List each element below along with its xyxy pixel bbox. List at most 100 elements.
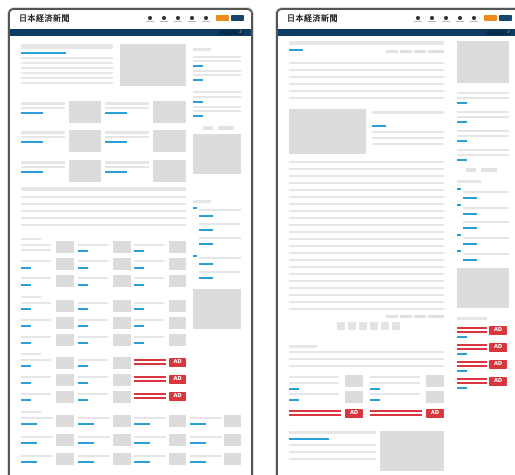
article-category-link[interactable] [289, 49, 303, 51]
grid-thumb[interactable] [56, 334, 74, 346]
sidebar-link[interactable] [193, 101, 203, 103]
grid-thumb[interactable] [113, 317, 131, 329]
grid-thumb[interactable] [224, 434, 241, 446]
card-image[interactable] [153, 101, 186, 123]
related-card-link[interactable] [289, 399, 299, 401]
pager-chip[interactable] [386, 315, 398, 318]
grid-thumb[interactable] [169, 453, 186, 465]
share-button[interactable] [414, 50, 426, 53]
grid-link[interactable] [21, 461, 37, 463]
search-icon[interactable]: ⌕ [239, 29, 242, 36]
ad-badge[interactable]: AD [489, 343, 507, 352]
sidebar-link[interactable] [457, 140, 467, 142]
grid-thumb[interactable] [169, 275, 186, 287]
grid-thumb[interactable] [56, 275, 74, 287]
grid-thumb[interactable] [56, 374, 74, 386]
card-title[interactable] [21, 102, 65, 105]
subscribe-button[interactable] [216, 15, 229, 21]
ad-bar[interactable] [457, 348, 487, 350]
ad-bar[interactable] [134, 376, 166, 378]
grid-link[interactable] [78, 325, 88, 327]
grid-link[interactable] [78, 442, 94, 444]
ad-bar[interactable] [134, 397, 166, 399]
footer-link[interactable] [289, 438, 329, 440]
site-logo[interactable]: 日本経済新聞 [287, 13, 338, 24]
sidebar-link[interactable] [193, 115, 203, 117]
grid-thumb[interactable] [169, 241, 186, 253]
sidebar-ad-image[interactable] [457, 41, 509, 83]
sidebar-link[interactable] [457, 159, 467, 161]
grid-link[interactable] [78, 284, 88, 286]
search-input[interactable]: ⌕ [487, 29, 511, 36]
sidebar-link[interactable] [193, 65, 203, 67]
hero-headline[interactable] [21, 44, 113, 49]
grid-link[interactable] [134, 308, 144, 310]
sidebar-ad-image[interactable] [193, 134, 241, 174]
grid-link[interactable] [134, 342, 144, 344]
page-button-5[interactable] [381, 322, 389, 330]
nav-dot-5[interactable] [202, 16, 210, 22]
sidebar-link[interactable] [457, 121, 467, 123]
grid-thumb[interactable] [113, 334, 131, 346]
pager-chip[interactable] [428, 315, 444, 318]
related-card-link[interactable] [370, 388, 380, 390]
related-card-thumb[interactable] [426, 391, 444, 403]
sidebar-link[interactable] [199, 215, 213, 217]
sidebar-link[interactable] [457, 102, 467, 104]
grid-link[interactable] [190, 442, 206, 444]
page-button-4[interactable] [370, 322, 378, 330]
sidebar-link[interactable] [199, 277, 213, 279]
grid-thumb[interactable] [56, 241, 74, 253]
sidebar-more-button[interactable] [218, 126, 234, 130]
grid-link[interactable] [21, 365, 31, 367]
grid-thumb[interactable] [169, 334, 186, 346]
grid-link[interactable] [134, 461, 150, 463]
ad-bar[interactable] [457, 331, 487, 333]
ad-bar[interactable] [134, 359, 166, 361]
ad-bar[interactable] [370, 410, 422, 412]
nav-dot-2[interactable] [160, 16, 168, 22]
pager-chip[interactable] [400, 315, 412, 318]
sidebar-link[interactable] [457, 336, 467, 338]
nav-dot-1[interactable] [414, 16, 422, 22]
sidebar-ad-image[interactable] [457, 268, 509, 308]
card-link[interactable] [21, 141, 43, 143]
grid-link[interactable] [134, 442, 150, 444]
ad-badge[interactable]: AD [489, 360, 507, 369]
grid-thumb[interactable] [224, 453, 241, 465]
card-title[interactable] [105, 131, 149, 134]
ad-bar[interactable] [134, 380, 166, 382]
sidebar-link[interactable] [199, 263, 213, 265]
ad-bar[interactable] [457, 361, 487, 363]
grid-link[interactable] [134, 423, 150, 425]
grid-thumb[interactable] [113, 357, 131, 369]
sidebar-link[interactable] [457, 353, 467, 355]
grid-link[interactable] [21, 308, 31, 310]
ad-bar[interactable] [370, 414, 422, 416]
nav-dot-4[interactable] [456, 16, 464, 22]
search-input[interactable]: ⌕ [219, 29, 243, 36]
grid-thumb[interactable] [113, 415, 131, 427]
sidebar-link[interactable] [199, 243, 213, 245]
card-title[interactable] [105, 161, 149, 164]
page-button-1[interactable] [337, 322, 345, 330]
ad-bar[interactable] [457, 365, 487, 367]
search-icon[interactable]: ⌕ [507, 29, 510, 36]
nav-dot-2[interactable] [428, 16, 436, 22]
card-link[interactable] [105, 171, 127, 173]
grid-link[interactable] [134, 284, 144, 286]
card-link[interactable] [105, 141, 127, 143]
site-logo[interactable]: 日本経済新聞 [19, 13, 70, 24]
ad-bar[interactable] [289, 414, 341, 416]
sidebar-link[interactable] [463, 213, 477, 215]
share-button[interactable] [428, 50, 444, 53]
sidebar-link[interactable] [463, 243, 477, 245]
sidebar-prev-button[interactable] [203, 126, 213, 130]
ad-bar[interactable] [457, 382, 487, 384]
page-button-2[interactable] [348, 322, 356, 330]
grid-thumb[interactable] [56, 300, 74, 312]
related-card-thumb[interactable] [426, 375, 444, 387]
grid-thumb[interactable] [56, 434, 74, 446]
grid-link[interactable] [21, 442, 37, 444]
share-button[interactable] [386, 50, 398, 53]
